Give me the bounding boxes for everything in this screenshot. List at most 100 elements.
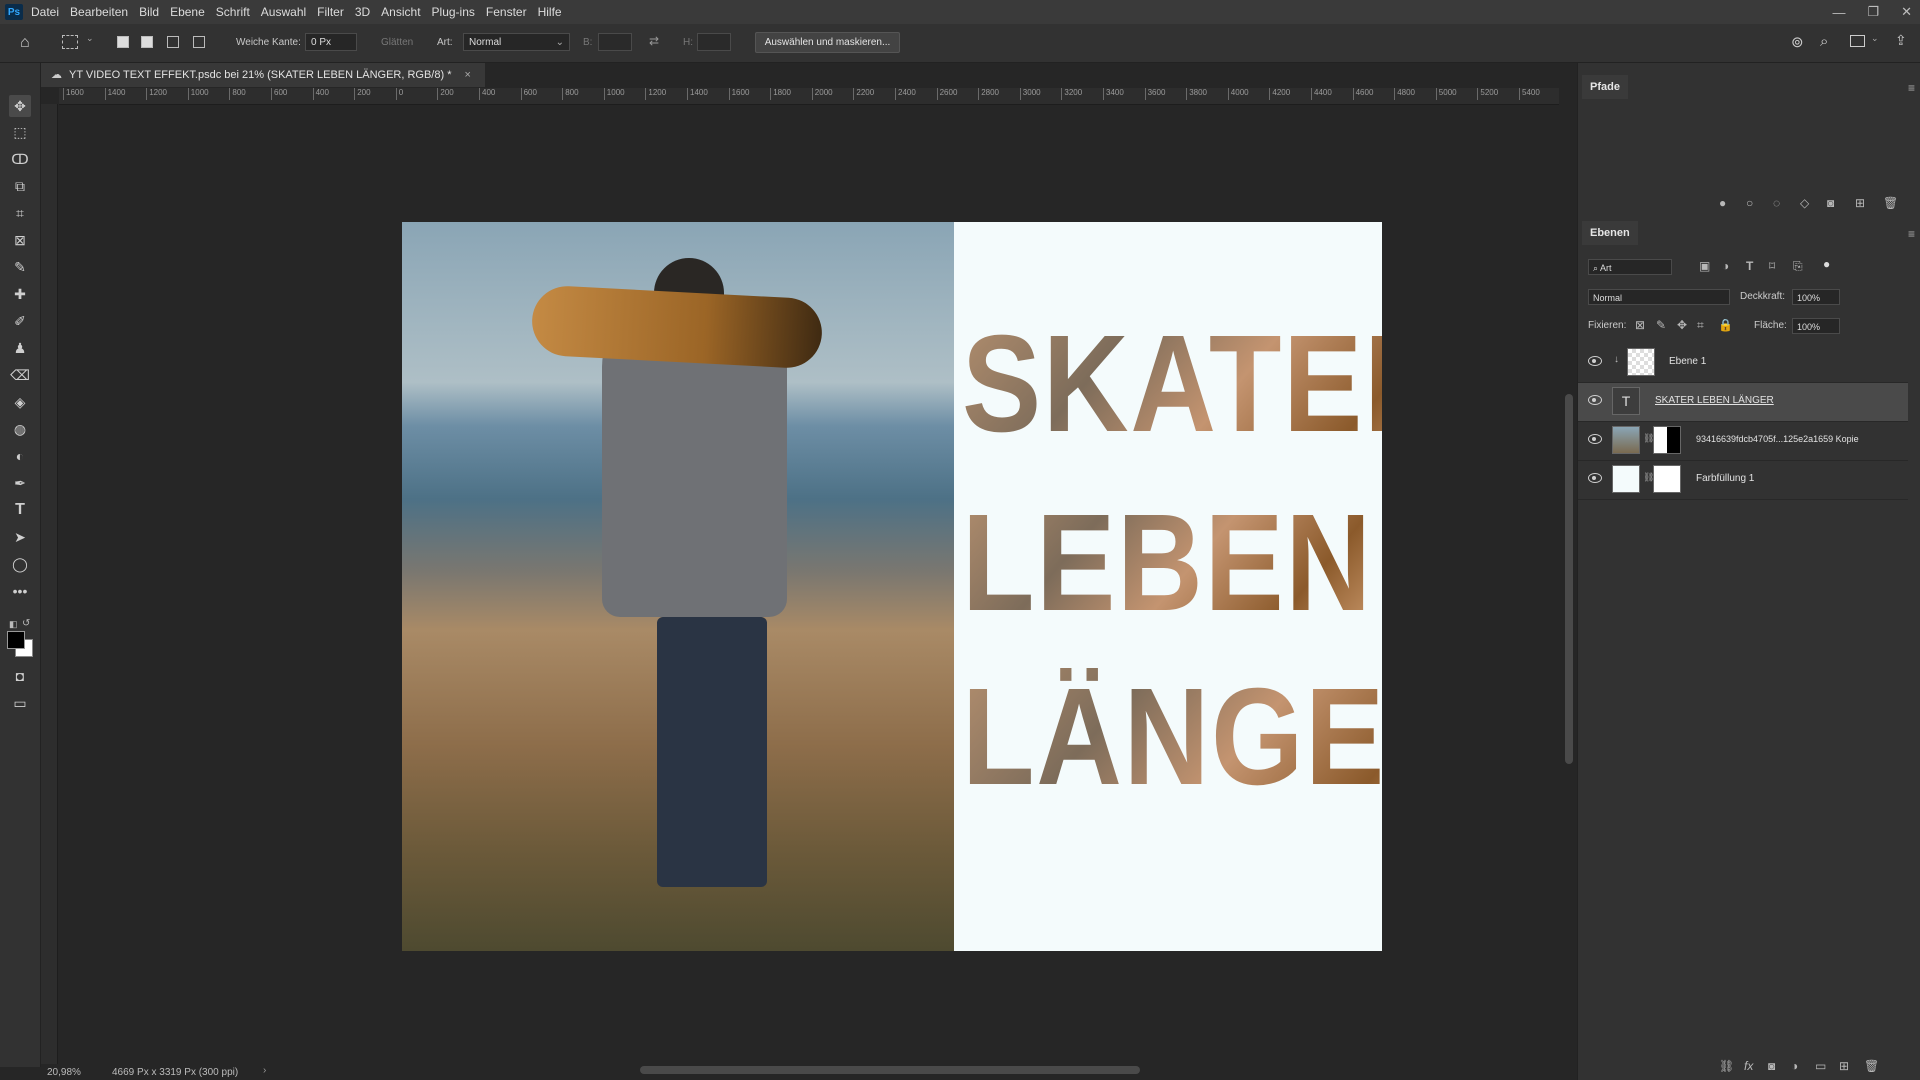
- swap-dimensions-icon[interactable]: ⇄: [649, 34, 659, 48]
- blend-mode-select[interactable]: Normal: [1588, 289, 1730, 305]
- link-layers-icon[interactable]: ⛓: [1719, 1059, 1734, 1073]
- delete-path-icon[interactable]: 🗑: [1883, 196, 1898, 210]
- style-select[interactable]: Normal ⌄: [463, 33, 570, 51]
- paint-bucket-icon[interactable]: ◈: [9, 391, 31, 413]
- chevron-down-icon[interactable]: ⌄: [1871, 33, 1879, 44]
- share-icon[interactable]: ⇪: [1895, 32, 1907, 49]
- opacity-input[interactable]: 100%: [1792, 289, 1840, 305]
- stroke-path-icon[interactable]: ○: [1746, 196, 1753, 210]
- vertical-scrollbar[interactable]: [1563, 104, 1575, 1064]
- tab-ebenen[interactable]: Ebenen: [1582, 221, 1638, 245]
- layer-mask-thumbnail[interactable]: [1653, 465, 1681, 493]
- fill-path-icon[interactable]: ●: [1719, 196, 1726, 210]
- lock-artboard-icon[interactable]: ⌗: [1697, 318, 1704, 333]
- subtract-from-selection-icon[interactable]: [167, 36, 179, 48]
- eyedropper-icon[interactable]: ✎: [9, 256, 31, 278]
- menu-bearbeiten[interactable]: Bearbeiten: [70, 5, 128, 19]
- lock-position-icon[interactable]: ✥: [1677, 318, 1687, 332]
- panel-menu-icon[interactable]: ≡: [1908, 227, 1915, 241]
- menu-plugins[interactable]: Plug-ins: [432, 5, 475, 19]
- search-icon[interactable]: ⌕: [1820, 33, 1828, 50]
- menu-fenster[interactable]: Fenster: [486, 5, 527, 19]
- menu-ansicht[interactable]: Ansicht: [381, 5, 420, 19]
- filter-smartobject-icon[interactable]: ⎘: [1793, 259, 1803, 274]
- photoshop-logo-icon[interactable]: Ps: [5, 4, 23, 20]
- filter-pixel-icon[interactable]: ▣: [1699, 259, 1710, 273]
- minimize-icon[interactable]: —: [1832, 5, 1845, 20]
- lock-pixels-icon[interactable]: ✎: [1656, 318, 1666, 332]
- add-mask-icon[interactable]: ◙: [1827, 196, 1834, 210]
- height-input[interactable]: [697, 33, 731, 51]
- new-layer-icon[interactable]: ⊞: [1839, 1059, 1849, 1073]
- smooth-checkbox-label[interactable]: Glätten: [381, 37, 413, 48]
- menu-auswahl[interactable]: Auswahl: [261, 5, 306, 19]
- clone-stamp-icon[interactable]: ♟: [9, 337, 31, 359]
- layer-row[interactable]: ⛓ 93416639fdcb4705f...125e2a1659 Kopie: [1578, 422, 1908, 461]
- document-tab[interactable]: ☁ YT VIDEO TEXT EFFEKT.psdc bei 21% (SKA…: [41, 63, 485, 87]
- swap-colors-icon[interactable]: ↺: [22, 618, 30, 629]
- home-icon[interactable]: ⌂: [20, 34, 30, 52]
- new-group-icon[interactable]: ▭: [1815, 1059, 1826, 1073]
- adjustment-layer-icon[interactable]: ◑: [1791, 1059, 1798, 1073]
- filter-shape-icon[interactable]: ⌑: [1769, 259, 1775, 273]
- layer-filter-select[interactable]: ⌕ Art: [1588, 259, 1672, 275]
- menu-datei[interactable]: Datei: [31, 5, 59, 19]
- menu-3d[interactable]: 3D: [355, 5, 370, 19]
- eraser-icon[interactable]: ⌫: [9, 364, 31, 386]
- move-tool-icon[interactable]: ✥: [9, 95, 31, 117]
- layer-name[interactable]: 93416639fdcb4705f...125e2a1659 Kopie: [1696, 434, 1859, 444]
- add-layer-mask-icon[interactable]: ◙: [1768, 1059, 1775, 1073]
- fill-input[interactable]: 100%: [1792, 318, 1840, 334]
- menu-filter[interactable]: Filter: [317, 5, 344, 19]
- filter-adjustment-icon[interactable]: ◑: [1722, 259, 1729, 273]
- marquee-tool-preset-icon[interactable]: [62, 35, 78, 49]
- document-canvas[interactable]: SKATER LEBEN LÄNGER: [402, 222, 1382, 951]
- chevron-down-icon[interactable]: ⌄: [86, 33, 94, 44]
- layer-row-selected[interactable]: T SKATER LEBEN LÄNGER: [1578, 383, 1908, 422]
- new-path-icon[interactable]: ⊞: [1855, 196, 1865, 210]
- visibility-eye-icon[interactable]: [1588, 356, 1602, 366]
- default-colors-icon[interactable]: ◧: [9, 619, 18, 630]
- object-selection-icon[interactable]: ⧉: [9, 175, 31, 197]
- lasso-icon[interactable]: ↀ: [9, 148, 31, 170]
- ellipse-tool-icon[interactable]: ◯: [9, 553, 31, 575]
- frame-icon[interactable]: ⊠: [9, 229, 31, 251]
- dodge-icon[interactable]: ◐: [9, 445, 31, 467]
- foreground-color-swatch[interactable]: [7, 631, 25, 649]
- layer-mask-thumbnail[interactable]: [1653, 426, 1681, 454]
- lock-transparency-icon[interactable]: ⊠: [1635, 318, 1645, 332]
- quick-mask-icon[interactable]: ◘: [9, 665, 31, 687]
- horizontal-scrollbar[interactable]: [280, 1064, 1560, 1076]
- healing-brush-icon[interactable]: ✚: [9, 283, 31, 305]
- close-tab-icon[interactable]: ×: [465, 69, 471, 81]
- select-and-mask-button[interactable]: Auswählen und maskieren...: [755, 32, 900, 53]
- tab-pfade[interactable]: Pfade: [1582, 75, 1628, 99]
- rectangular-marquee-icon[interactable]: ⬚: [9, 121, 31, 143]
- workspace-icon[interactable]: [1850, 35, 1865, 47]
- layer-row[interactable]: ↓ Ebene 1: [1578, 344, 1908, 383]
- visibility-eye-icon[interactable]: [1588, 473, 1602, 483]
- pen-icon[interactable]: ✒: [9, 472, 31, 494]
- panel-menu-icon[interactable]: ≡: [1908, 81, 1915, 95]
- filter-type-icon[interactable]: T: [1746, 259, 1753, 273]
- add-to-selection-icon[interactable]: [141, 36, 153, 48]
- vertical-ruler[interactable]: [41, 104, 58, 1064]
- horizontal-scroll-thumb[interactable]: [640, 1066, 1140, 1074]
- layer-name[interactable]: SKATER LEBEN LÄNGER: [1655, 395, 1774, 406]
- layer-name[interactable]: Ebene 1: [1669, 356, 1706, 367]
- filter-toggle-icon[interactable]: ●: [1823, 257, 1830, 271]
- menu-ebene[interactable]: Ebene: [170, 5, 205, 19]
- path-to-selection-icon[interactable]: ◌: [1773, 196, 1780, 210]
- feather-input[interactable]: 0 Px: [305, 33, 357, 51]
- crop-icon[interactable]: ⌗: [9, 202, 31, 224]
- width-input[interactable]: [598, 33, 632, 51]
- horizontal-ruler[interactable]: 1600 1400 1200 1000 800 600 400 200 0 200 400 600 80…: [59, 88, 1559, 105]
- type-tool-icon[interactable]: T: [9, 499, 31, 521]
- visibility-eye-icon[interactable]: [1588, 434, 1602, 444]
- zoom-level[interactable]: 20,98%: [47, 1067, 81, 1078]
- restore-icon[interactable]: ❐: [1867, 4, 1879, 20]
- brush-icon[interactable]: ✐: [9, 310, 31, 332]
- close-icon[interactable]: ✕: [1901, 4, 1912, 20]
- more-tools-icon[interactable]: •••: [9, 580, 31, 602]
- delete-layer-icon[interactable]: 🗑: [1864, 1059, 1879, 1073]
